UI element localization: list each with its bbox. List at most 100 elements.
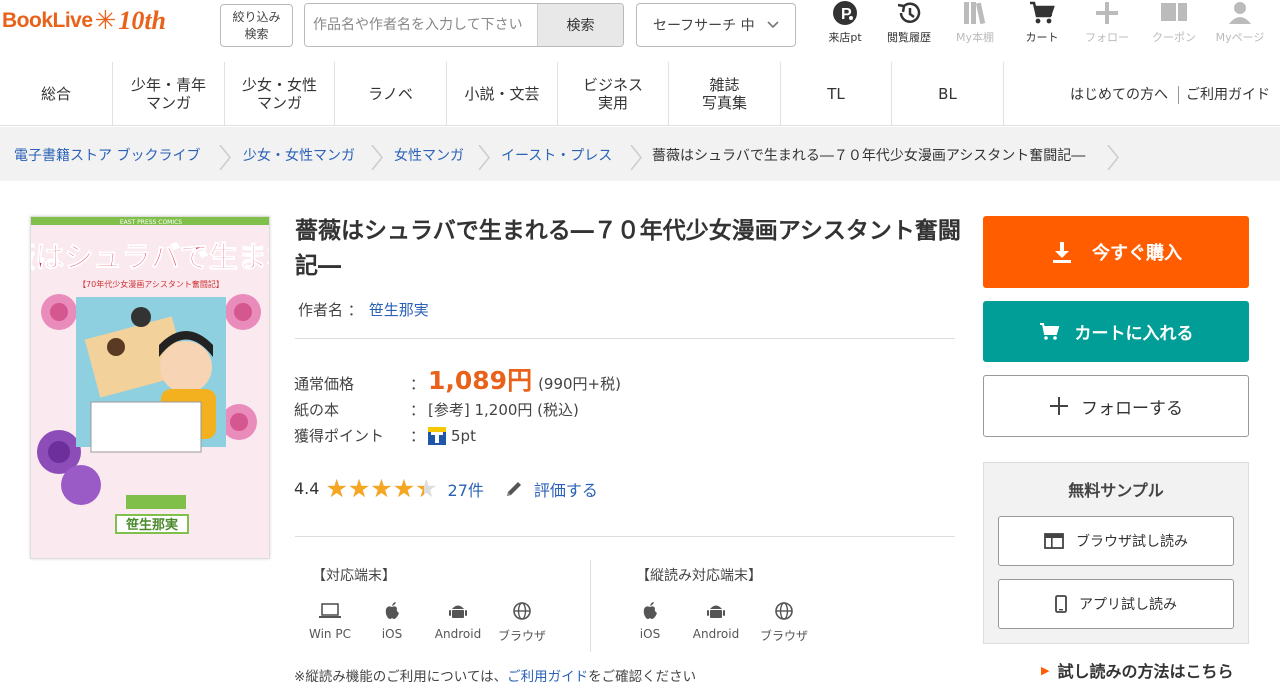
user-guide-link[interactable]: ご利用ガイド <box>507 669 588 685</box>
laptop-icon <box>319 603 341 618</box>
user-icon <box>1229 2 1251 24</box>
device-android: Android <box>686 601 746 641</box>
chevron-right-icon <box>1107 145 1119 170</box>
svg-text:EAST PRESS COMICS: EAST PRESS COMICS <box>120 219 182 226</box>
category-bl[interactable]: BL <box>892 62 1004 126</box>
price-tax: (990円+税) <box>538 375 621 393</box>
breadcrumb-current: 薔薇はシュラバで生まれる―７０年代少女漫画アシスタント奮闘記― <box>652 148 1086 164</box>
vertical-reading-note: ※縦読み機能のご利用については、ご利用ガイドをご確認ください <box>294 669 697 685</box>
device-support-list: Win PC iOS Android ブラウザ <box>300 601 570 651</box>
download-icon <box>1053 242 1071 263</box>
add-to-cart-button[interactable]: カートに入れる <box>983 301 1249 362</box>
triangle-right-icon: ▶ <box>1041 663 1050 677</box>
android-icon <box>449 605 467 618</box>
points-icon: P <box>833 1 857 25</box>
follow-book-button[interactable]: フォローする <box>983 375 1249 437</box>
follow-button[interactable]: フォロー <box>1077 0 1137 45</box>
device-android: Android <box>428 601 488 641</box>
buy-now-button[interactable]: 今すぐ購入 <box>983 216 1249 288</box>
breadcrumb: 電子書籍ストア ブックライブ 少女・女性マンガ 女性マンガ イースト・プレス 薔… <box>0 127 1280 181</box>
search-bar: 検索 <box>304 3 624 47</box>
device-browser: ブラウザ <box>492 601 552 644</box>
book-cover-image[interactable]: EAST PRESS COMICS 薔薇はシュラバで生まれる 【70年代少女漫画… <box>30 216 270 559</box>
category-novel[interactable]: 小説・文芸 <box>447 62 558 126</box>
chevron-down-icon <box>767 18 779 32</box>
rating-score: 4.4 <box>294 479 320 498</box>
coupon-icon <box>1161 3 1187 21</box>
device-ios: iOS <box>362 601 422 641</box>
cart-icon <box>1030 1 1055 24</box>
smartphone-icon <box>1055 595 1067 613</box>
breadcrumb-home[interactable]: 電子書籍ストア ブックライブ <box>14 145 200 177</box>
divider <box>590 560 591 652</box>
search-button[interactable]: 検索 <box>537 4 623 46</box>
browser-preview-button[interactable]: ブラウザ試し読み <box>998 516 1234 566</box>
cart-button[interactable]: カート <box>1012 0 1072 45</box>
globe-icon <box>775 602 793 620</box>
breadcrumb-josei-manga[interactable]: 女性マンガ <box>394 145 464 177</box>
svg-text:【70年代少女漫画アシスタント奮闘記】: 【70年代少女漫画アシスタント奮闘記】 <box>78 279 224 289</box>
device-support-title: 【対応端末】 <box>312 568 396 584</box>
category-tl[interactable]: TL <box>781 62 892 126</box>
plus-icon <box>1096 2 1118 24</box>
android-icon <box>707 605 725 618</box>
category-nav: 総合 少年・青年 マンガ 少女・女性 マンガ ラノベ 小説・文芸 ビジネス 実用… <box>0 62 1280 126</box>
browser-window-icon <box>1044 533 1064 549</box>
apple-icon <box>643 602 657 619</box>
coupon-button[interactable]: クーポン <box>1144 0 1204 45</box>
write-review-link[interactable]: 評価する <box>504 477 598 501</box>
safe-search-select[interactable]: セーフサーチ 中 <box>636 3 796 47</box>
site-header: BookLive ✳ 10th 絞り込み 検索 検索 セーフサーチ 中 P 来店… <box>0 0 1280 60</box>
device-browser: ブラウザ <box>754 601 814 644</box>
device-winpc: Win PC <box>300 601 360 641</box>
cart-icon <box>1039 322 1059 340</box>
rating-row: 4.4 ★★★★★ ★★★★★ 27件 評価する <box>294 474 598 503</box>
app-preview-button[interactable]: アプリ試し読み <box>998 579 1234 629</box>
mypage-button[interactable]: Myページ <box>1210 0 1270 45</box>
divider <box>295 338 955 339</box>
sample-title: 無料サンプル <box>1068 481 1164 500</box>
user-guide-link[interactable]: ご利用ガイド <box>1186 84 1270 104</box>
store-points-button[interactable]: P 来店pt <box>815 0 875 45</box>
bookshelf-icon <box>964 2 986 25</box>
category-business[interactable]: ビジネス 実用 <box>558 62 669 126</box>
filter-search-button[interactable]: 絞り込み 検索 <box>220 4 293 47</box>
paper-price-row: 紙の本 ： [参考] 1,200円 (税込) <box>294 401 579 419</box>
chevron-right-icon <box>630 145 642 170</box>
apple-icon <box>385 602 399 619</box>
book-title: 薔薇はシュラバで生まれる―７０年代少女漫画アシスタント奮闘記― <box>295 218 961 279</box>
history-icon <box>897 2 921 23</box>
vertical-reading-list: iOS Android ブラウザ <box>620 601 830 651</box>
my-shelf-button[interactable]: My本棚 <box>945 0 1005 45</box>
device-ios: iOS <box>620 601 680 641</box>
category-general[interactable]: 総合 <box>0 62 113 126</box>
author-line: 作者名 ：笹生那実 <box>298 301 429 319</box>
chevron-right-icon <box>478 145 490 170</box>
svg-text:P: P <box>841 6 852 23</box>
cover-illustration: EAST PRESS COMICS 薔薇はシュラバで生まれる 【70年代少女漫画… <box>31 217 270 558</box>
author-link[interactable]: 笹生那実 <box>369 301 429 319</box>
booklive-logo[interactable]: BookLive ✳ 10th <box>2 6 166 36</box>
category-shojo-manga[interactable]: 少女・女性 マンガ <box>225 62 335 126</box>
history-button[interactable]: 閲覧履歴 <box>879 0 939 45</box>
vertical-reading-title: 【縦読み対応端末】 <box>636 568 762 584</box>
beginners-link[interactable]: はじめての方へ <box>1070 84 1168 104</box>
pencil-icon <box>506 481 521 496</box>
divider <box>1178 86 1179 104</box>
chevron-right-icon <box>371 145 383 170</box>
price: 1,089円 <box>428 366 533 395</box>
star-rating: ★★★★★ ★★★★★ <box>325 474 438 503</box>
chevron-right-icon <box>219 145 231 170</box>
divider <box>295 536 955 537</box>
category-shonen-manga[interactable]: 少年・青年 マンガ <box>113 62 225 126</box>
svg-text:薔薇はシュラバで生まれる: 薔薇はシュラバで生まれる <box>31 240 270 274</box>
review-count-link[interactable]: 27件 <box>448 477 484 501</box>
preview-howto-link[interactable]: ▶ 試し読みの方法はこちら <box>1041 658 1233 682</box>
category-magazine[interactable]: 雑誌 写真集 <box>669 62 781 126</box>
breadcrumb-shojo-manga[interactable]: 少女・女性マンガ <box>243 145 355 177</box>
category-light-novel[interactable]: ラノベ <box>335 62 447 126</box>
t-point-icon <box>428 426 446 445</box>
free-sample-panel: 無料サンプル ブラウザ試し読み アプリ試し読み <box>983 462 1249 644</box>
search-input[interactable] <box>305 4 537 46</box>
breadcrumb-publisher[interactable]: イースト・プレス <box>501 145 612 177</box>
